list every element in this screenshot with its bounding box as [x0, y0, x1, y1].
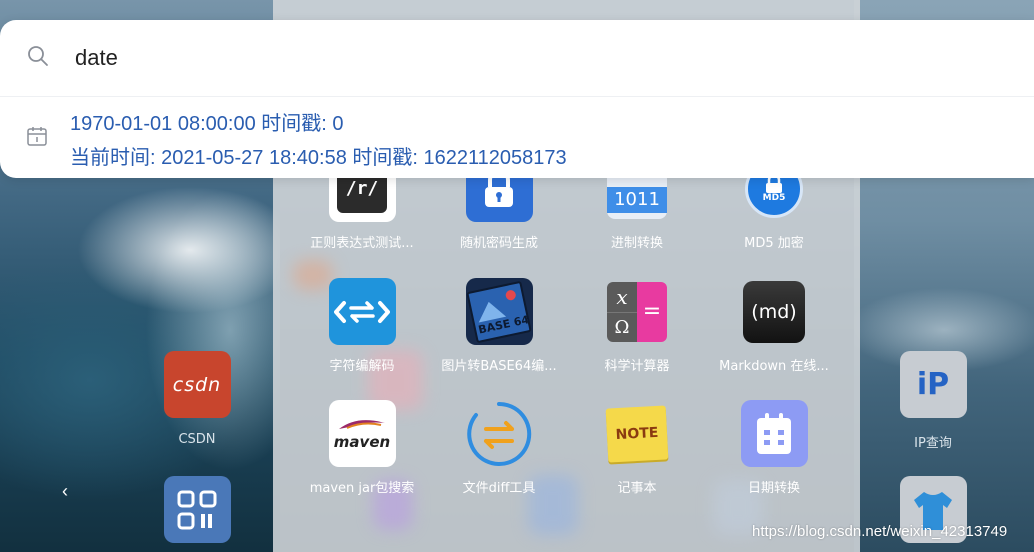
markdown-icon-text: (md) [751, 300, 797, 323]
app-base-converter-label: 进制转换 [610, 236, 663, 251]
ip-icon-text: iP [916, 367, 950, 402]
markdown-icon: (md) [741, 278, 808, 345]
app-char-encoder[interactable]: 字符编解码 [302, 278, 422, 374]
app-ip-lookup-label: IP查询 [914, 436, 952, 451]
notepad-icon-text: NOTE [615, 424, 659, 443]
app-markdown-label: Markdown 在线... [719, 359, 829, 374]
qrcode-icon [163, 476, 231, 543]
ip-icon: iP [899, 351, 967, 418]
search-input[interactable] [75, 45, 975, 71]
diff-icon [466, 400, 533, 467]
calendar-app-icon [740, 400, 808, 467]
app-date-converter[interactable]: 日期转换 [714, 400, 834, 496]
chevron-left-icon[interactable]: ‹ [52, 478, 78, 504]
calculator-equals-glyph: = [637, 281, 667, 342]
app-notepad-label: 记事本 [617, 481, 657, 496]
app-calculator-label: 科学计算器 [604, 359, 670, 374]
app-char-encoder-label: 字符编解码 [329, 359, 395, 374]
binary-icon-text: 1011 [614, 189, 660, 210]
csdn-logo-icon: csdn [163, 351, 231, 418]
app-file-diff-label: 文件diff工具 [462, 481, 536, 496]
app-image-to-base64[interactable]: BASE 64 图片转BASE64编... [439, 278, 559, 374]
app-maven-search-label: maven jar包搜索 [309, 481, 415, 496]
watermark: https://blog.csdn.net/weixin_42313749 [752, 523, 1008, 540]
notepad-icon: NOTE [604, 400, 671, 467]
app-password-generator-label: 随机密码生成 [459, 236, 538, 251]
app-csdn[interactable]: csdn CSDN [137, 351, 257, 447]
search-bar[interactable] [0, 20, 1034, 97]
app-file-diff[interactable]: 文件diff工具 [439, 400, 559, 496]
maven-icon-text: maven [333, 432, 391, 451]
calculator-icon: x Ω = [604, 278, 671, 345]
encode-icon [328, 278, 396, 345]
calendar-icon [0, 107, 70, 175]
app-maven-search[interactable]: maven maven jar包搜索 [302, 400, 422, 496]
app-notepad[interactable]: NOTE 记事本 [577, 400, 697, 496]
result-now-line: 当前时间: 2021-05-27 18:40:58 时间戳: 162211205… [70, 147, 567, 169]
app-regex-tester-label: 正则表达式测试... [310, 236, 414, 251]
result-epoch-line: 1970-01-01 08:00:00 时间戳: 0 [70, 113, 344, 135]
app-qrcode[interactable] [137, 476, 257, 543]
app-calculator[interactable]: x Ω = 科学计算器 [577, 278, 697, 374]
base64-image-icon: BASE 64 [465, 278, 533, 345]
search-panel: 1970-01-01 08:00:00 时间戳: 0 当前时间: 2021-05… [0, 20, 1034, 178]
maven-icon: maven [328, 400, 396, 467]
md5-icon-text: MD5 [762, 192, 786, 203]
regex-icon-text: /r/ [345, 178, 379, 199]
calculator-x-glyph: x [616, 284, 628, 309]
search-result-item[interactable]: 1970-01-01 08:00:00 时间戳: 0 当前时间: 2021-05… [0, 97, 1034, 175]
search-icon [0, 45, 75, 72]
app-image-to-base64-label: 图片转BASE64编... [441, 359, 557, 374]
csdn-logo-text: csdn [172, 373, 222, 396]
search-result-text: 1970-01-01 08:00:00 时间戳: 0 当前时间: 2021-05… [70, 107, 567, 175]
calculator-omega-glyph: Ω [607, 311, 637, 342]
app-markdown[interactable]: (md) Markdown 在线... [714, 278, 834, 374]
app-csdn-label: CSDN [178, 432, 216, 447]
app-md5-label: MD5 加密 [744, 236, 804, 251]
app-date-converter-label: 日期转换 [747, 481, 800, 496]
app-ip-lookup[interactable]: iP IP查询 [873, 351, 993, 451]
